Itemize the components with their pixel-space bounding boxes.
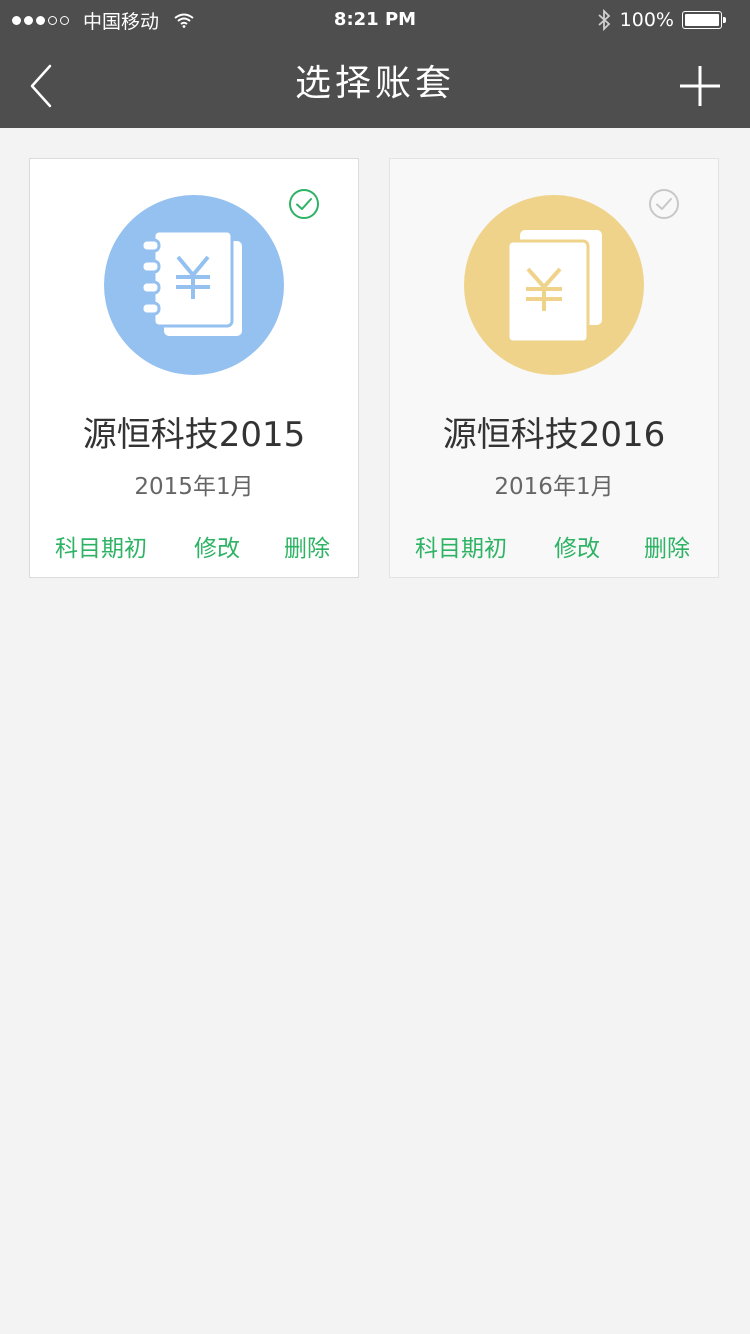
bluetooth-icon — [598, 8, 610, 32]
account-book-name: 源恒科技2016 — [442, 415, 666, 455]
delete-button[interactable]: 删除 — [284, 529, 330, 563]
account-book-date: 2016年1月 — [494, 474, 614, 500]
opening-balance-button[interactable]: 科目期初 — [415, 529, 507, 563]
document-yen-icon — [464, 195, 644, 375]
ledger-book-yen-icon — [104, 195, 284, 375]
battery-icon — [682, 11, 726, 29]
account-book-card[interactable]: 源恒科技2016 2016年1月 科目期初 修改 删除 — [389, 158, 719, 578]
delete-button[interactable]: 删除 — [644, 529, 690, 563]
edit-button[interactable]: 修改 — [194, 529, 240, 563]
navigation-bar: 选择账套 — [0, 40, 750, 128]
selected-check-icon[interactable] — [288, 188, 320, 220]
status-bar: 中国移动 8:21 PM 100% — [0, 0, 750, 40]
plus-icon[interactable] — [678, 64, 722, 108]
account-book-card[interactable]: 源恒科技2015 2015年1月 科目期初 修改 删除 — [29, 158, 359, 578]
card-actions: 科目期初 修改 删除 — [30, 529, 358, 565]
account-book-date: 2015年1月 — [134, 474, 254, 500]
card-actions: 科目期初 修改 删除 — [390, 529, 718, 565]
edit-button[interactable]: 修改 — [554, 529, 600, 563]
account-book-name: 源恒科技2015 — [82, 415, 306, 455]
page-title: 选择账套 — [294, 63, 455, 104]
unselected-check-icon[interactable] — [648, 188, 680, 220]
opening-balance-button[interactable]: 科目期初 — [55, 529, 147, 563]
battery-percent: 100% — [619, 9, 674, 31]
